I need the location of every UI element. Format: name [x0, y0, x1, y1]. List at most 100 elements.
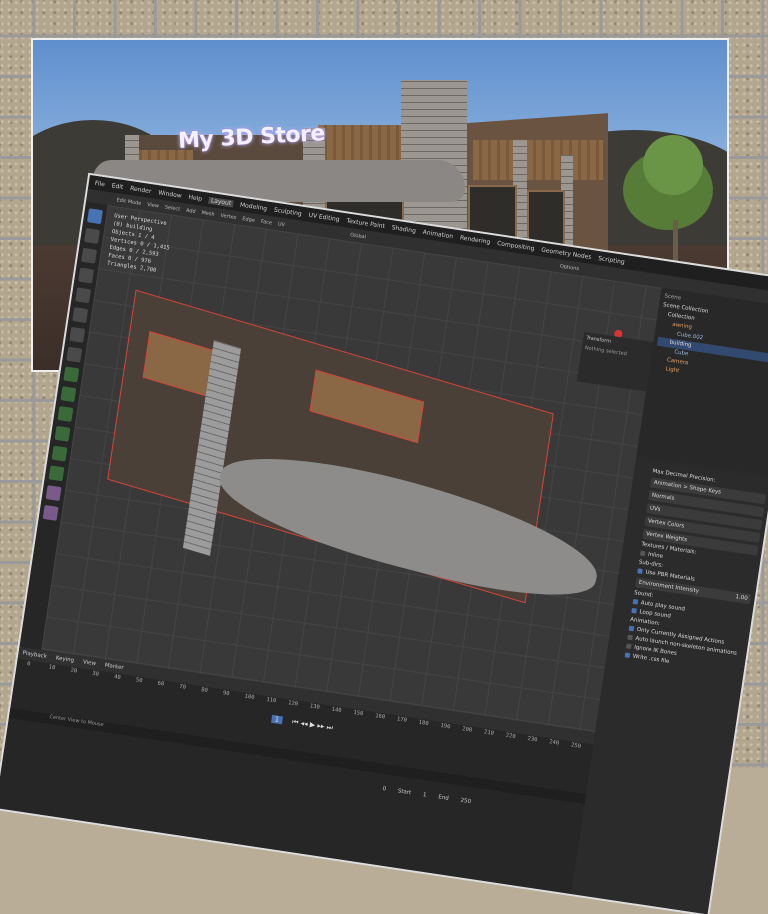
timeline-menu[interactable]: Keying — [55, 655, 74, 664]
properties-item-label: UVs — [649, 505, 661, 513]
menu-vertex[interactable]: Vertex — [220, 212, 237, 220]
checkbox-icon[interactable] — [624, 652, 631, 659]
menu-render[interactable]: Render — [130, 185, 152, 195]
checkbox-icon[interactable] — [637, 568, 643, 574]
menu-add[interactable]: Add — [186, 207, 196, 214]
tree — [643, 135, 703, 195]
workspace-tab-rendering[interactable]: Rendering — [459, 234, 490, 245]
prev-key-icon[interactable]: ◂◂ — [300, 719, 308, 728]
menu-edit[interactable]: Edit — [111, 182, 124, 191]
ruler-tick-label: 50 — [135, 677, 143, 685]
timeline-menu[interactable]: Playback — [22, 650, 47, 660]
ruler-tick-label: 150 — [352, 709, 364, 718]
move-tool-icon[interactable] — [81, 247, 98, 264]
ruler-tick-label: 210 — [483, 729, 495, 737]
end-label: End — [437, 794, 450, 802]
orientation-select[interactable]: Global — [350, 232, 367, 240]
ruler-tick-label: 40 — [113, 674, 122, 682]
menu-select[interactable]: Select — [164, 204, 180, 212]
annotate-tool-icon[interactable] — [69, 326, 86, 343]
smooth-tool-icon[interactable] — [42, 504, 59, 521]
jump-start-icon[interactable]: ⏮ — [292, 718, 299, 727]
ruler-tick-label: 0 — [26, 661, 31, 668]
menu-file[interactable]: File — [94, 179, 105, 187]
timeline-menu[interactable]: Marker — [104, 663, 124, 672]
rotate-tool-icon[interactable] — [78, 267, 95, 284]
checkbox-icon[interactable] — [639, 550, 646, 557]
properties-item-label: Vertex Colors — [647, 518, 685, 530]
checkbox-icon[interactable] — [628, 625, 635, 632]
spin-tool-icon[interactable] — [45, 485, 62, 502]
menu-face[interactable]: Face — [260, 218, 272, 226]
menu-mesh[interactable]: Mesh — [201, 209, 215, 217]
loop-cut-tool-icon[interactable] — [54, 425, 71, 442]
frame-range: 0 Start 1 End 250 — [382, 786, 471, 805]
measure-tool-icon[interactable] — [66, 346, 83, 363]
inset-tool-icon[interactable] — [60, 386, 77, 403]
ruler-tick-label: 220 — [505, 732, 516, 741]
jump-end-icon[interactable]: ⏭ — [326, 723, 333, 732]
timeline-menu[interactable]: View — [82, 659, 96, 667]
ruler-tick-label: 60 — [157, 680, 165, 688]
workspace-tab-scripting[interactable]: Scripting — [598, 255, 625, 266]
wood-panel — [473, 140, 603, 180]
ruler-tick-label: 80 — [200, 687, 209, 695]
mode-select[interactable]: Edit Mode — [116, 197, 142, 207]
options-button[interactable]: Options — [559, 263, 579, 272]
checkbox-icon[interactable] — [631, 607, 637, 614]
workspace-tab-layout[interactable]: Layout — [208, 196, 234, 207]
workspace-tab-uv-editing[interactable]: UV Editing — [308, 211, 340, 223]
workspace-tab-sculpting[interactable]: Sculpting — [274, 206, 303, 217]
knife-tool-icon[interactable] — [51, 445, 68, 462]
properties-item-label: Normals — [651, 492, 675, 502]
workspace-tab-animation[interactable]: Animation — [422, 228, 453, 239]
extrude-tool-icon[interactable] — [63, 366, 80, 383]
blender-window: File Edit Render Window Help Layout Modeling Sc… — [0, 175, 768, 914]
wood-panel — [318, 125, 403, 160]
poly-build-tool-icon[interactable] — [48, 465, 65, 482]
ruler-tick-label: 20 — [70, 667, 78, 675]
scale-tool-icon[interactable] — [75, 287, 92, 304]
properties-item-label: Sub-dirs: — [638, 559, 664, 569]
start-field[interactable]: 1 — [423, 792, 427, 798]
ruler-tick-label: 180 — [418, 719, 429, 728]
menu-uv[interactable]: UV — [277, 221, 285, 228]
ruler-tick-label: 140 — [331, 706, 342, 715]
ruler-tick-label: 240 — [548, 739, 560, 747]
ruler-tick-label: 90 — [222, 690, 230, 698]
properties-item-label: Inline — [647, 551, 664, 560]
environment-intensity-value[interactable]: 1.00 — [735, 594, 748, 602]
play-icon[interactable]: ▶ — [309, 721, 316, 730]
start-label: Start — [397, 788, 412, 797]
ruler-tick-label: 170 — [396, 716, 408, 724]
status-text: Center View to Mouse — [49, 713, 105, 729]
ruler-tick-label: 30 — [91, 670, 100, 678]
checkbox-icon[interactable] — [625, 643, 632, 650]
menu-edge[interactable]: Edge — [242, 216, 255, 224]
workspace-tab-modeling[interactable]: Modeling — [240, 201, 268, 212]
end-field[interactable]: 250 — [460, 798, 471, 805]
workspace-tab-shading[interactable]: Shading — [391, 224, 416, 235]
checkbox-icon[interactable] — [632, 598, 639, 605]
ruler-tick-label: 190 — [439, 722, 451, 731]
next-key-icon[interactable]: ▸▸ — [317, 722, 325, 731]
menu-window[interactable]: Window — [158, 189, 182, 199]
bevel-tool-icon[interactable] — [57, 406, 74, 422]
ruler-tick-label: 70 — [178, 683, 187, 691]
ruler-tick-label: 120 — [287, 700, 299, 708]
menu-view[interactable]: View — [147, 201, 160, 209]
select-tool-icon[interactable] — [87, 208, 103, 225]
viewport-overlay-info: User Perspective (0) building Objects 1 … — [107, 212, 174, 276]
ruler-tick-label: 130 — [309, 703, 321, 711]
ruler-tick-label: 250 — [570, 742, 582, 750]
menu-help[interactable]: Help — [188, 193, 203, 202]
cursor-tool-icon[interactable] — [84, 228, 100, 244]
transform-tool-icon[interactable] — [72, 307, 89, 324]
current-frame-indicator[interactable]: 1 — [271, 714, 283, 725]
ruler-tick-label: 100 — [244, 693, 255, 702]
3d-viewport[interactable]: User Perspective (0) building Objects 1 … — [41, 204, 674, 733]
checkbox-icon[interactable] — [627, 634, 633, 641]
ruler-tick-label: 230 — [527, 735, 538, 744]
frame-current-field[interactable]: 0 — [382, 786, 386, 792]
ruler-tick-label: 200 — [461, 726, 473, 734]
